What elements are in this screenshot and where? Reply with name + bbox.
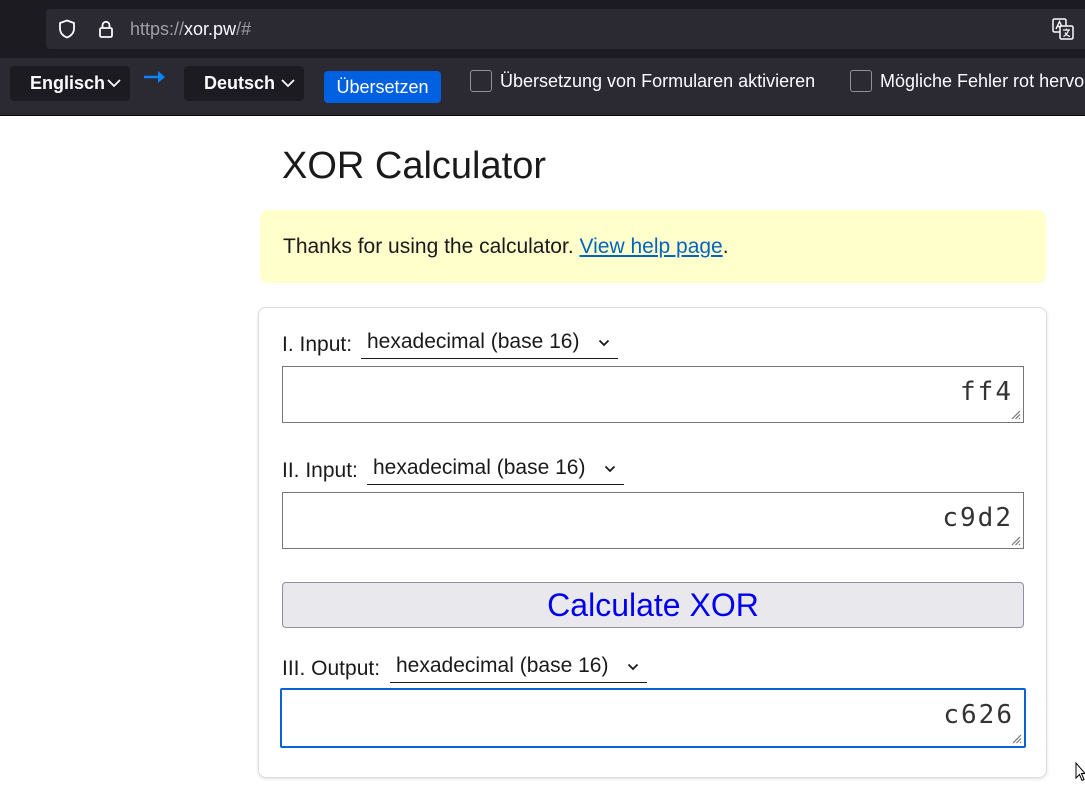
lock-icon[interactable] [96,19,116,39]
output-label: III. Output: [282,657,381,680]
highlight-errors-label: Mögliche Fehler rot hervo [880,71,1085,91]
target-language-label: Deutsch [204,73,276,93]
chevron-down-icon [281,79,295,88]
shield-icon[interactable] [57,19,77,39]
source-language-label: Englisch [30,73,106,93]
output-value: c626 [943,700,1014,730]
resize-grip-icon[interactable] [1009,534,1021,546]
page-title: XOR Calculator [282,145,546,187]
translate-forms-checkbox[interactable] [470,70,492,92]
input2-textarea[interactable]: c9d2 [282,492,1024,549]
chevron-down-icon [604,465,616,473]
url-scheme: https:// [130,19,185,39]
translate-forms-label: Übersetzung von Formularen aktivieren [500,71,816,91]
resize-grip-icon[interactable] [1009,408,1021,420]
target-language-select[interactable]: Deutsch [184,66,304,101]
input1-base-select[interactable]: hexadecimal (base 16) [361,329,618,359]
chevron-down-icon [107,79,121,88]
translate-button[interactable]: Übersetzen [324,71,441,103]
arrow-right-icon [144,71,165,83]
notice-message: Thanks for using the calculator. [283,235,580,258]
address-bar[interactable]: https://xor.pw/# [46,9,1085,49]
url-text[interactable]: https://xor.pw/# [130,19,251,39]
highlight-errors-checkbox[interactable] [850,70,872,92]
url-path: /# [236,19,252,39]
output-textarea[interactable]: c626 [280,688,1026,748]
url-host: xor.pw [184,19,237,39]
chevron-down-icon [627,663,639,671]
translate-icon[interactable] [1051,17,1075,41]
input1-value: ff4 [960,377,1013,407]
resize-grip-icon[interactable] [1010,732,1022,744]
output-base-select[interactable]: hexadecimal (base 16) [390,653,647,683]
notice-period: . [722,235,729,258]
input2-value: c9d2 [942,503,1013,533]
source-language-select[interactable]: Englisch [10,66,130,101]
browser-toolbar: https://xor.pw/# [0,0,1085,58]
input2-label: II. Input: [282,459,358,482]
chevron-down-icon [598,339,610,347]
help-page-link[interactable]: View help page [580,235,723,258]
notice-text: Thanks for using the calculator. View he… [283,234,729,260]
input2-base-select[interactable]: hexadecimal (base 16) [367,455,624,485]
output-base-value: hexadecimal (base 16) [396,654,609,677]
input1-label: I. Input: [282,333,353,356]
calculate-xor-button[interactable]: Calculate XOR [282,582,1024,628]
translation-bar: Englisch Deutsch Übersetzen Übersetzung … [0,58,1085,116]
mouse-cursor-icon [1075,762,1085,782]
input2-base-value: hexadecimal (base 16) [373,456,586,479]
input1-textarea[interactable]: ff4 [282,366,1024,423]
input1-base-value: hexadecimal (base 16) [367,330,580,353]
notice-banner: Thanks for using the calculator. View he… [260,210,1046,283]
